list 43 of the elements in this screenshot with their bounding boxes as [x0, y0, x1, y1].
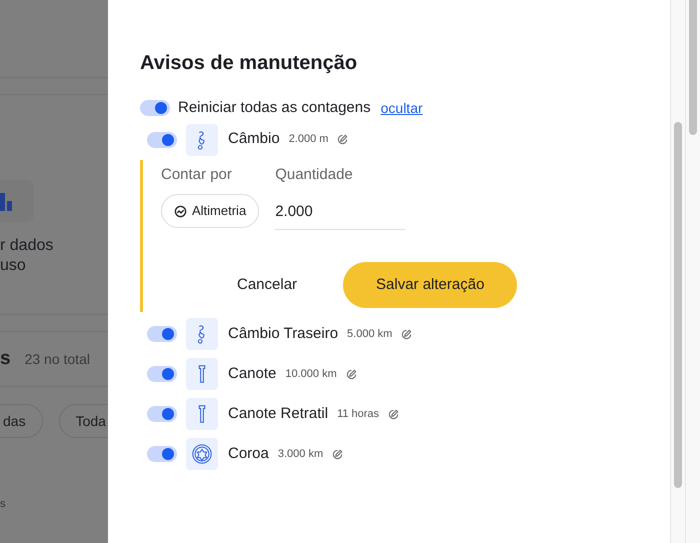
scrollbar[interactable] [670, 0, 685, 543]
edit-icon[interactable] [337, 134, 348, 145]
part-name: Canote [228, 364, 276, 384]
edit-icon[interactable] [332, 448, 344, 460]
edit-icon[interactable] [388, 408, 400, 420]
count-by-chip[interactable]: Altimetria [161, 194, 260, 228]
part-name: Câmbio Traseiro [228, 324, 338, 344]
drawer-title: Avisos de manutenção [140, 51, 358, 76]
toggle-switch[interactable] [140, 100, 170, 116]
reset-all-label: Reiniciar todas as contagens [178, 98, 371, 118]
card-text: r dados [0, 236, 54, 256]
toggle-switch[interactable] [147, 366, 177, 382]
chainring-icon [186, 438, 218, 470]
bar-chart-icon [0, 191, 14, 211]
save-button[interactable]: Salvar alteração [343, 262, 518, 308]
toggle-switch[interactable] [147, 326, 177, 342]
part-reading: 10.000 km [285, 366, 337, 382]
part-name: Canote Retratil [228, 404, 328, 424]
toggle-switch[interactable] [147, 132, 177, 148]
part-name: Coroa [228, 444, 269, 464]
seatpost-icon [186, 358, 218, 390]
footer-text: s [0, 497, 6, 512]
quantity-field[interactable]: 2.000 [275, 194, 406, 230]
part-reading: 3.000 km [278, 446, 324, 462]
hide-link[interactable]: ocultar [380, 98, 423, 119]
section-count: 23 no total [24, 350, 90, 368]
toggle-switch[interactable] [147, 446, 177, 462]
part-reading: 2.000 m [288, 132, 328, 148]
cancel-button[interactable]: Cancelar [207, 262, 328, 308]
count-by-label: Contar por [161, 164, 233, 184]
filter-chip[interactable]: das [0, 404, 43, 438]
part-name: Câmbio [228, 129, 280, 150]
seatpost-icon [186, 398, 218, 430]
part-reading: 5.000 km [347, 326, 392, 342]
chart-circle-icon [174, 204, 187, 218]
toggle-switch[interactable] [147, 406, 177, 422]
edit-icon[interactable] [346, 368, 357, 380]
section-title: s [0, 346, 11, 371]
edit-icon[interactable] [401, 328, 412, 340]
part-reading: 11 horas [337, 406, 380, 422]
quantity-label: Quantidade [275, 164, 354, 184]
card-text: uso [0, 256, 27, 276]
page-scrollbar[interactable] [685, 0, 700, 543]
